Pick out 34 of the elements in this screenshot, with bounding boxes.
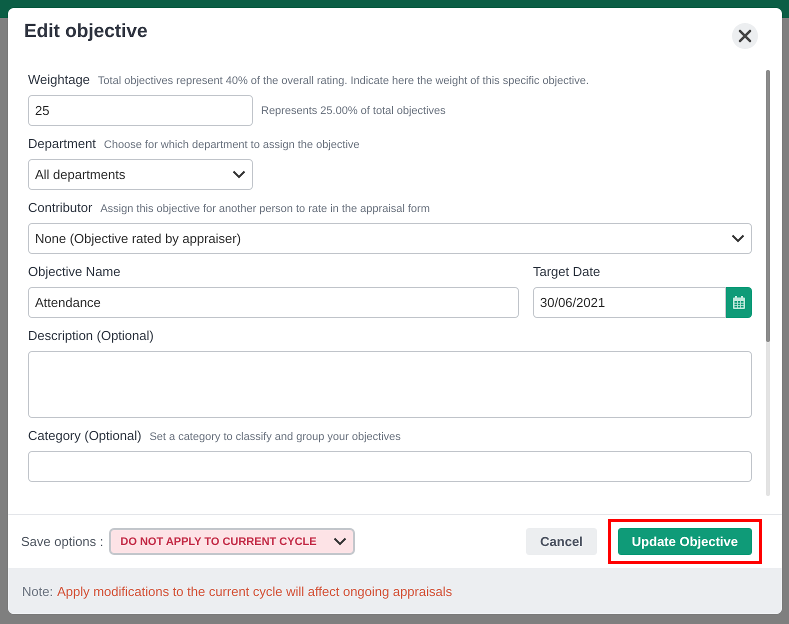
hint-text: Set a category to classify and group your objectives xyxy=(149,431,401,443)
cancel-button[interactable]: Cancel xyxy=(526,528,597,555)
date-field[interactable]: 30/06/2021 xyxy=(533,287,726,318)
hint-text: Total objectives represent 40% of the overall rating. Indicate here the weight of this specific objective. xyxy=(98,75,589,87)
update-button[interactable]: Update Objective xyxy=(618,528,752,555)
note-text: Apply modifications to the current cycle will affect ongoing appraisals xyxy=(57,584,452,598)
chevron-icon xyxy=(232,170,246,179)
contributor-dropdown[interactable]: None (Objective rated by appraiser) xyxy=(28,223,752,254)
calendar-button[interactable] xyxy=(726,287,752,318)
weightage-field[interactable]: 25 xyxy=(28,95,253,126)
hint-text: Represents 25.00% of total objectives xyxy=(261,104,446,116)
note-label: Note: xyxy=(22,584,54,598)
description-field[interactable] xyxy=(28,351,752,418)
field-label: Weightage xyxy=(28,72,90,87)
close-icon xyxy=(738,29,752,43)
save-options-dropdown[interactable]: DO NOT APPLY TO CURRENT CYCLE xyxy=(109,528,355,555)
field-label: Category (Optional) xyxy=(28,428,142,443)
chevron-icon xyxy=(332,537,347,546)
category-field[interactable] xyxy=(28,451,752,482)
save-options-label: Save options : xyxy=(21,534,104,549)
calendar-icon xyxy=(733,296,745,309)
department-dropdown[interactable]: All departments xyxy=(28,159,253,190)
field-label: Target Date xyxy=(533,264,600,279)
field-label: Contributor xyxy=(28,200,92,215)
chevron-icon xyxy=(731,234,745,243)
hint-text: Choose for which department to assign the objective xyxy=(104,139,360,151)
field-label: Description (Optional) xyxy=(28,328,154,343)
field-label: Objective Name xyxy=(28,264,120,279)
close-button[interactable] xyxy=(732,23,758,49)
field-label: Department xyxy=(28,136,96,151)
dialog-title: Edit objective xyxy=(24,21,148,43)
scrollbar[interactable] xyxy=(766,70,770,496)
objective-name-field[interactable]: Attendance xyxy=(28,287,519,318)
hint-text: Assign this objective for another person to rate in the appraisal form xyxy=(100,203,430,215)
